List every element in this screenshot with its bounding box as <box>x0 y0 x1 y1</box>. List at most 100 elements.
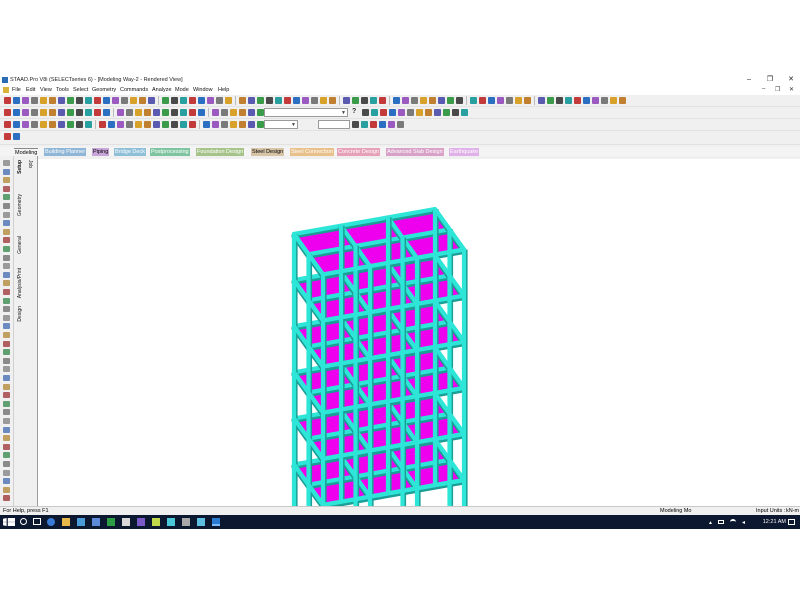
toolbar-button-icon[interactable] <box>425 109 432 116</box>
side-tool-icon[interactable] <box>3 314 10 321</box>
zoom-input[interactable] <box>318 120 350 129</box>
store-icon[interactable] <box>77 518 85 526</box>
toolbar-button-icon[interactable] <box>470 97 477 104</box>
side-tool-icon[interactable] <box>3 392 10 399</box>
toolbar-button-icon[interactable] <box>126 121 133 128</box>
toolbar-button-icon[interactable] <box>447 97 454 104</box>
task-view-icon[interactable] <box>33 518 41 525</box>
toolbar-button-icon[interactable] <box>429 97 436 104</box>
side-tool-icon[interactable] <box>3 237 10 244</box>
toolbar-button-icon[interactable] <box>370 121 377 128</box>
toolbar-button-icon[interactable] <box>212 121 219 128</box>
toolbar-button-icon[interactable] <box>121 97 128 104</box>
toolbar-button-icon[interactable] <box>524 97 531 104</box>
menu-geometry[interactable]: Geometry <box>92 87 116 93</box>
side-tool-icon[interactable] <box>3 452 10 459</box>
menu-commands[interactable]: Commands <box>120 87 148 93</box>
toolbar-button-icon[interactable] <box>126 109 133 116</box>
toolbar-button-icon[interactable] <box>4 109 11 116</box>
side-tool-icon[interactable] <box>3 461 10 467</box>
toolbar-button-icon[interactable] <box>40 97 47 104</box>
side-tool-icon[interactable] <box>3 357 10 364</box>
tab-setup[interactable]: Setup <box>17 160 23 174</box>
toolbar-button-icon[interactable] <box>162 97 169 104</box>
toolbar-button-icon[interactable] <box>40 109 47 116</box>
toolbar-button-icon[interactable] <box>203 121 210 128</box>
toolbar-button-icon[interactable] <box>153 109 160 116</box>
side-tool-icon[interactable] <box>3 211 10 218</box>
app-icon-green[interactable] <box>107 518 115 526</box>
toolbar-button-icon[interactable] <box>388 121 395 128</box>
toolbar-button-icon[interactable] <box>103 109 110 116</box>
toolbar-button-icon[interactable] <box>22 109 29 116</box>
toolbar-button-icon[interactable] <box>565 97 572 104</box>
toolbar-button-icon[interactable] <box>402 97 409 104</box>
toolbar-button-icon[interactable] <box>189 109 196 116</box>
tab-modeling[interactable]: Modeling <box>14 148 39 156</box>
menu-edit[interactable]: Edit <box>26 87 35 93</box>
toolbar-button-icon[interactable] <box>76 109 83 116</box>
minimize-button[interactable]: – <box>742 75 756 85</box>
side-tool-icon[interactable] <box>3 383 10 390</box>
side-tool-icon[interactable] <box>3 435 10 442</box>
tab-steel-design[interactable]: Steel Design <box>251 148 285 156</box>
side-tool-icon[interactable] <box>3 332 10 338</box>
toolbar-button-icon[interactable] <box>547 97 554 104</box>
doc-restore-button[interactable]: ❐ <box>775 86 780 93</box>
menu-help[interactable]: Help <box>218 87 229 93</box>
toolbar-button-icon[interactable] <box>139 97 146 104</box>
side-tool-icon[interactable] <box>3 254 10 261</box>
side-tool-icon[interactable] <box>3 177 10 184</box>
toolbar-button-icon[interactable] <box>556 97 563 104</box>
toolbar-button-icon[interactable] <box>497 97 504 104</box>
toolbar-button-icon[interactable] <box>284 97 291 104</box>
toolbar-button-icon[interactable] <box>248 97 255 104</box>
toolbar-button-icon[interactable] <box>379 97 386 104</box>
tab-geometry[interactable]: Geometry <box>17 194 23 216</box>
side-tool-icon[interactable] <box>3 486 10 493</box>
app-icon-sky[interactable] <box>197 518 205 526</box>
toolbar-button-icon[interactable] <box>362 109 369 116</box>
toolbar-button-icon[interactable] <box>216 97 223 104</box>
side-tool-icon[interactable] <box>3 160 10 166</box>
maximize-button[interactable]: ❐ <box>763 75 777 85</box>
side-tool-icon[interactable] <box>3 228 10 235</box>
side-tool-icon[interactable] <box>3 194 10 201</box>
rendered-view-viewport[interactable]: Z <box>38 159 800 514</box>
tab-analysis-print[interactable]: Analysis/Print <box>17 268 23 298</box>
toolbar-button-icon[interactable] <box>302 97 309 104</box>
mail-icon[interactable] <box>92 518 100 526</box>
toolbar-button-icon[interactable] <box>22 97 29 104</box>
toolbar-button-icon[interactable] <box>443 109 450 116</box>
side-tool-icon[interactable] <box>3 478 10 485</box>
toolbar-button-icon[interactable] <box>370 97 377 104</box>
menu-mode[interactable]: Mode <box>175 87 189 93</box>
toolbar-button-icon[interactable] <box>58 97 65 104</box>
toolbar-button-icon[interactable] <box>135 109 142 116</box>
toolbar-button-icon[interactable] <box>393 97 400 104</box>
wifi-icon[interactable] <box>730 519 736 525</box>
toolbar-button-icon[interactable] <box>144 109 151 116</box>
toolbar-button-icon[interactable] <box>171 121 178 128</box>
side-tool-icon[interactable] <box>3 271 10 278</box>
toolbar-button-icon[interactable] <box>189 121 196 128</box>
toolbar-button-icon[interactable] <box>380 109 387 116</box>
app-icon-lime[interactable] <box>152 518 160 526</box>
menu-window[interactable]: Window <box>193 87 213 93</box>
toolbar-button-icon[interactable] <box>22 121 29 128</box>
toolbar-button-icon[interactable] <box>411 97 418 104</box>
toolbar-button-icon[interactable] <box>76 121 83 128</box>
toolbar-button-icon[interactable] <box>361 121 368 128</box>
toolbar-button-icon[interactable] <box>456 97 463 104</box>
side-tool-icon[interactable] <box>3 349 10 356</box>
side-tool-icon[interactable] <box>3 306 10 313</box>
toolbar-button-icon[interactable] <box>352 97 359 104</box>
tab-bridge-deck[interactable]: Bridge Deck <box>114 148 146 156</box>
doc-minimize-button[interactable]: – <box>762 86 765 92</box>
toolbar-button-icon[interactable] <box>266 97 273 104</box>
close-button[interactable]: ✕ <box>784 75 798 85</box>
toolbar-button-icon[interactable] <box>198 97 205 104</box>
toolbar-button-icon[interactable] <box>248 109 255 116</box>
toolbar-button-icon[interactable] <box>67 97 74 104</box>
toolbar-button-icon[interactable] <box>171 97 178 104</box>
